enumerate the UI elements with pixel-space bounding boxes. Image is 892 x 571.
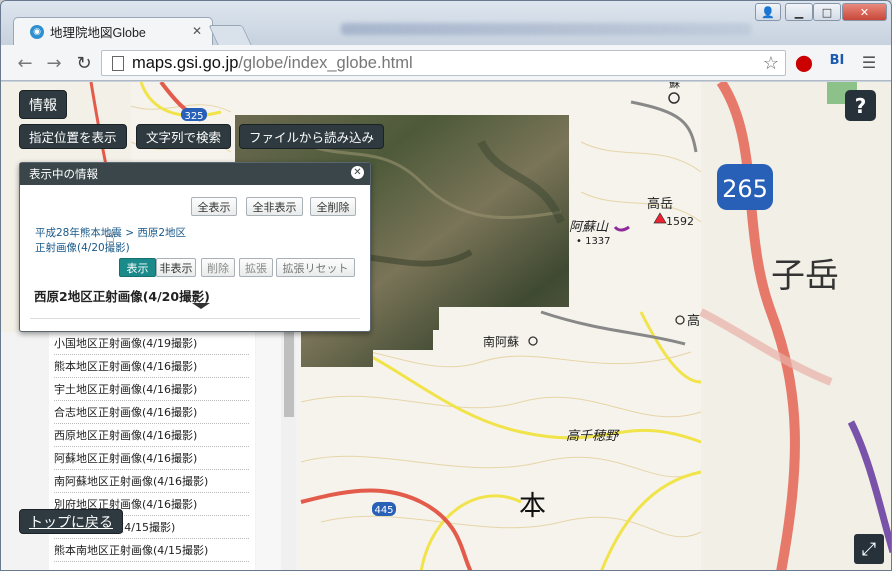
- kodake-label: 子岳: [771, 256, 839, 296]
- chevron-down-icon[interactable]: [192, 303, 210, 309]
- close-window-button[interactable]: ✕: [842, 3, 887, 21]
- route-265-label: 265: [722, 175, 768, 203]
- hatena-bookmark-icon[interactable]: BI: [827, 53, 847, 73]
- list-item[interactable]: 熊本南地区正射画像(4/15撮影): [54, 539, 249, 562]
- delete-all-button[interactable]: 全削除: [310, 197, 356, 216]
- hon-label: 本: [519, 491, 546, 522]
- list-item[interactable]: 小国地区正射画像(4/19撮影): [54, 332, 249, 355]
- load-file-button[interactable]: ファイルから読み込み: [239, 124, 385, 149]
- show-location-button[interactable]: 指定位置を表示: [19, 124, 127, 149]
- expand-button[interactable]: 拡張: [239, 258, 273, 277]
- url-host: maps.gsi.go.jp: [132, 53, 239, 72]
- scrollbar-thumb[interactable]: [284, 332, 294, 417]
- delete-button[interactable]: 削除: [201, 258, 235, 277]
- user-profile-icon[interactable]: 👤: [755, 3, 781, 21]
- show-button[interactable]: 表示: [119, 258, 156, 277]
- layer-list-body: 小国地区正射画像(4/19撮影) 熊本地区正射画像(4/16撮影) 宇土地区正射…: [49, 332, 255, 570]
- url-path: /globe/index_globe.html: [238, 53, 413, 72]
- minamiaso-label: 南阿蘇: [483, 334, 519, 349]
- elevation-1337: • 1337: [576, 236, 611, 247]
- maximize-button[interactable]: □: [813, 3, 841, 21]
- show-all-button[interactable]: 全表示: [191, 197, 237, 216]
- tab-title: 地理院地図Globe: [50, 26, 146, 40]
- panel-divider: [30, 318, 360, 319]
- info-panel: 表示中の情報 ✕ 全表示 全非表示 全削除 平成28年熊本地震 > 西原2地区 …: [19, 162, 371, 332]
- page-icon: [112, 56, 124, 71]
- title-bar: ◉ 地理院地図Globe ✕ 👤 ▁ □ ✕: [1, 1, 891, 45]
- asosan-label: 阿蘇山: [569, 220, 609, 235]
- close-icon[interactable]: ✕: [351, 166, 364, 179]
- list-item[interactable]: 宇土地区正射画像(4/16撮影): [54, 378, 249, 401]
- gsi-favicon-icon: ◉: [30, 24, 44, 39]
- list-item[interactable]: 阿蘇地区正射画像(4/16撮影): [54, 447, 249, 470]
- text-search-button[interactable]: 文字列で検索: [136, 124, 232, 149]
- panel-title: 表示中の情報: [29, 167, 98, 181]
- map-viewport[interactable]: 265 子岳 325 高岳 1592 阿蘇山 • 1337 高 南阿蘇 高千穂野…: [1, 82, 891, 570]
- panel-header[interactable]: 表示中の情報 ✕: [20, 163, 370, 185]
- forward-arrow-icon[interactable]: →: [44, 53, 64, 74]
- route-325-label: 325: [184, 111, 203, 122]
- bookmark-star-icon[interactable]: ☆: [763, 53, 779, 74]
- hatena-label: BI: [829, 53, 845, 68]
- list-item[interactable]: 合志地区正射画像(4/16撮影): [54, 401, 249, 424]
- hide-all-button[interactable]: 全非表示: [246, 197, 303, 216]
- extension-pin-icon[interactable]: ⬤: [794, 53, 814, 73]
- expand-reset-button[interactable]: 拡張リセット: [276, 258, 355, 277]
- layer-title: 西原2地区正射画像(4/20撮影): [34, 289, 210, 304]
- layer-list: 小国地区正射画像(4/19撮影) 熊本地区正射画像(4/16撮影) 宇土地区正射…: [1, 332, 300, 570]
- back-arrow-icon[interactable]: ←: [15, 53, 35, 74]
- hide-button[interactable]: 非表示: [156, 258, 196, 277]
- takadake-label: 高岳: [647, 196, 673, 212]
- menu-icon[interactable]: ☰: [859, 53, 879, 73]
- blurred-title-area: [341, 23, 751, 35]
- list-scrollbar[interactable]: [281, 332, 296, 570]
- browser-toolbar: ← → ↻ maps.gsi.go.jp/globe/index_globe.h…: [1, 45, 891, 81]
- close-tab-icon[interactable]: ✕: [192, 24, 202, 38]
- browser-window: ◉ 地理院地図Globe ✕ 👤 ▁ □ ✕ ← → ↻ maps.gsi.go…: [0, 0, 892, 571]
- help-button[interactable]: ?: [845, 90, 876, 121]
- taka-label: 高: [687, 313, 700, 329]
- browser-tab[interactable]: ◉ 地理院地図Globe ✕: [13, 17, 213, 45]
- address-bar[interactable]: maps.gsi.go.jp/globe/index_globe.html ☆: [101, 50, 786, 76]
- route-445-label: 445: [374, 505, 393, 516]
- list-item[interactable]: 南阿蘇地区正射画像(4/16撮影): [54, 470, 249, 493]
- info-button[interactable]: 情報: [19, 90, 67, 119]
- back-to-top-button[interactable]: トップに戻る: [19, 509, 123, 534]
- list-item[interactable]: 熊本地区正射画像(4/16撮影): [54, 355, 249, 378]
- list-gutter: [256, 332, 281, 570]
- ka-label: 蘇: [669, 82, 680, 90]
- hand-cursor-icon: ☝: [105, 227, 115, 246]
- elevation-1592: 1592: [666, 215, 694, 228]
- list-item[interactable]: 西原地区正射画像(4/16撮影): [54, 424, 249, 447]
- blurred-right-map: 265 子岳: [699, 82, 891, 570]
- minimize-button[interactable]: ▁: [785, 3, 813, 21]
- new-tab-button[interactable]: [208, 25, 252, 45]
- reload-icon[interactable]: ↻: [74, 53, 94, 74]
- fullscreen-icon[interactable]: ⤢: [854, 534, 884, 564]
- takachiho-label: 高千穂野: [566, 429, 620, 444]
